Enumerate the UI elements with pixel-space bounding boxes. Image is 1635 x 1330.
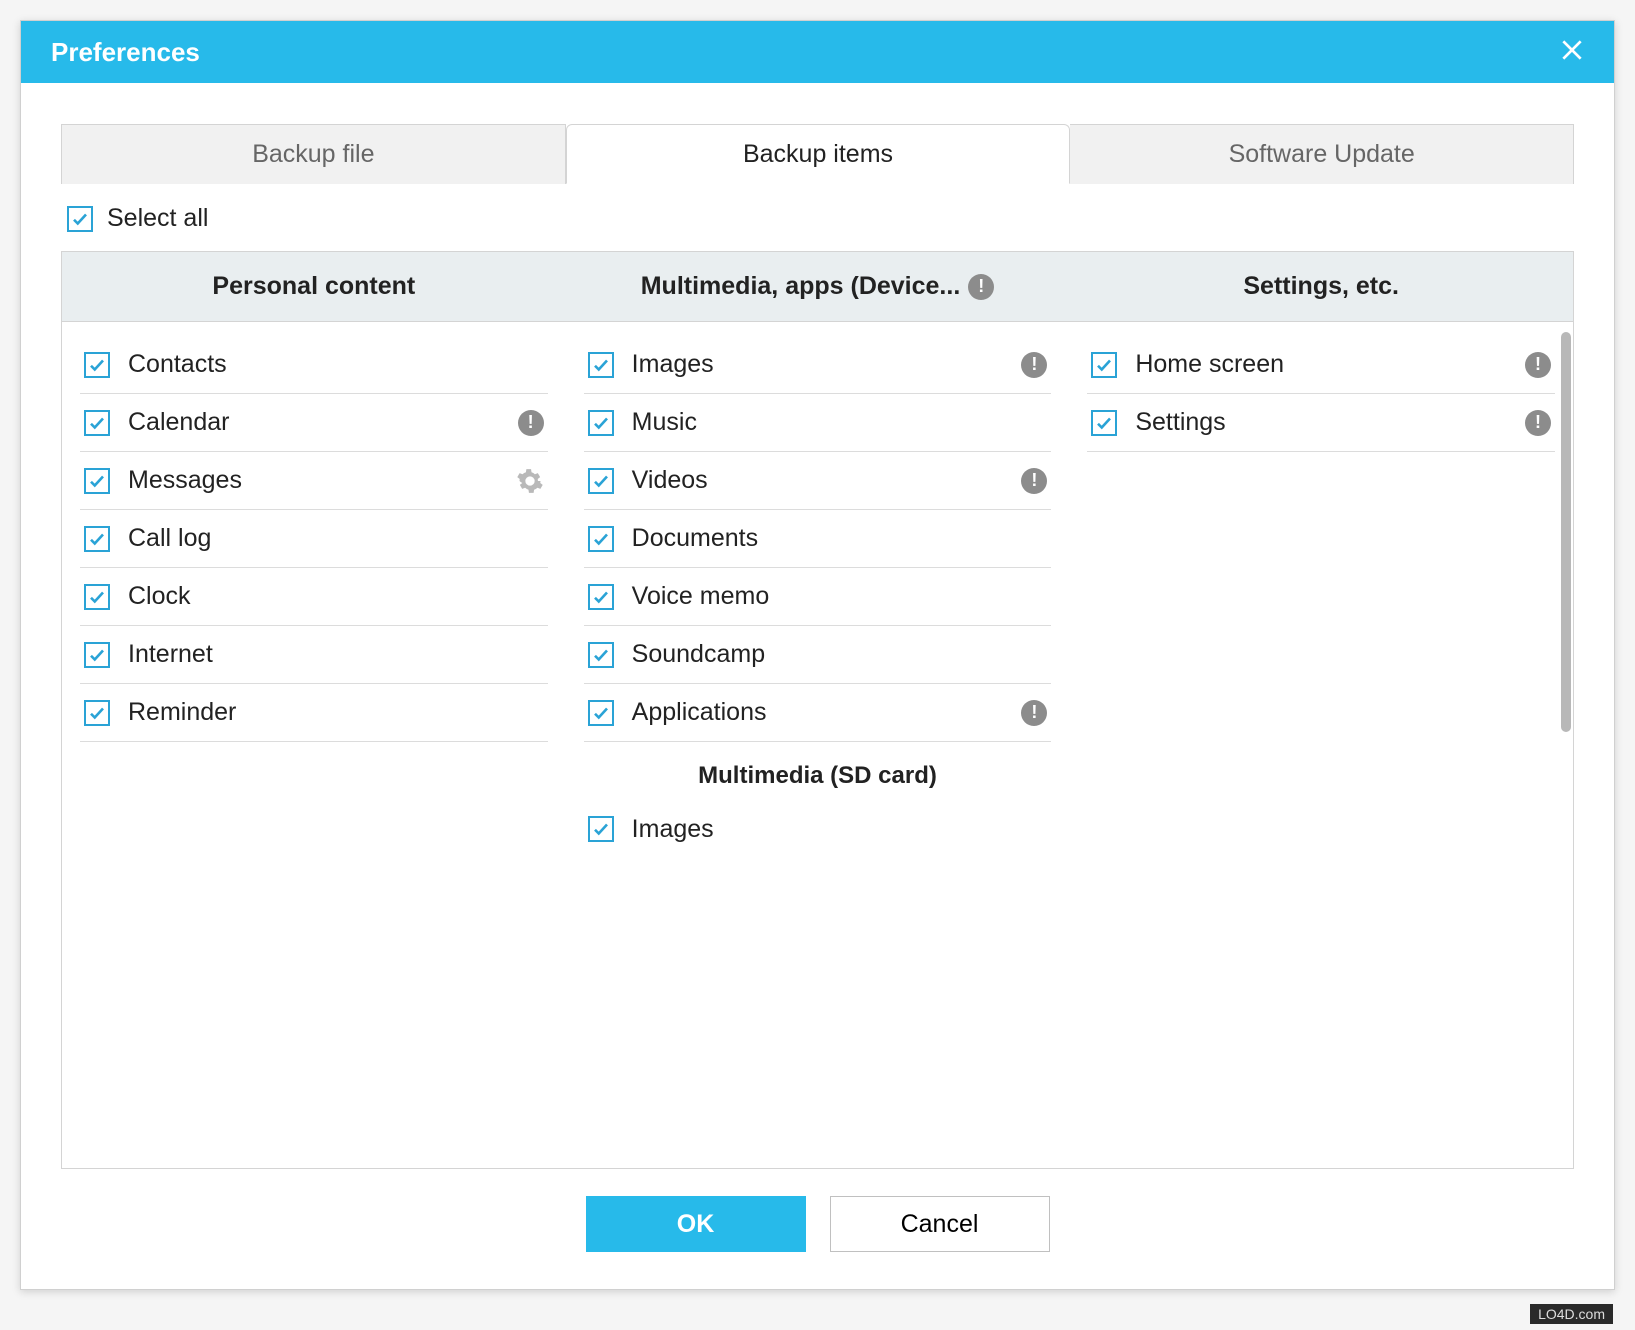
item-checkbox[interactable]	[84, 352, 110, 378]
item-checkbox[interactable]	[588, 526, 614, 552]
info-icon[interactable]: !	[1525, 352, 1551, 378]
item-label: Images	[632, 350, 1004, 379]
list-item: Messages	[80, 452, 548, 510]
item-label: Soundcamp	[632, 640, 1048, 669]
item-label: Voice memo	[632, 582, 1048, 611]
list-item: Images	[584, 800, 1052, 858]
list-item: Voice memo	[584, 568, 1052, 626]
tab-backup-items[interactable]: Backup items	[566, 124, 1071, 184]
item-label: Reminder	[128, 698, 544, 727]
item-label: Messages	[128, 466, 498, 495]
watermark-badge: LO4D.com	[1530, 1304, 1613, 1324]
info-icon[interactable]: !	[1021, 468, 1047, 494]
item-label: Applications	[632, 698, 1004, 727]
gear-icon[interactable]	[516, 467, 544, 495]
list-item: Settings !	[1087, 394, 1555, 452]
item-label: Calendar	[128, 408, 500, 437]
list-item: Documents	[584, 510, 1052, 568]
cancel-button[interactable]: Cancel	[830, 1196, 1050, 1252]
item-checkbox[interactable]	[588, 642, 614, 668]
item-label: Videos	[632, 466, 1004, 495]
item-checkbox[interactable]	[588, 410, 614, 436]
list-item: Images !	[584, 336, 1052, 394]
item-checkbox[interactable]	[84, 410, 110, 436]
scrollbar-thumb[interactable]	[1561, 332, 1571, 732]
column-header-settings: Settings, etc.	[1243, 272, 1399, 301]
window-title: Preferences	[51, 37, 200, 68]
list-item: Videos !	[584, 452, 1052, 510]
item-checkbox[interactable]	[588, 352, 614, 378]
close-icon[interactable]	[1552, 34, 1592, 71]
tab-backup-file[interactable]: Backup file	[61, 124, 566, 184]
column-personal: Contacts Calendar ! Messages	[62, 322, 566, 1168]
ok-button[interactable]: OK	[586, 1196, 806, 1252]
column-settings: Home screen ! Settings !	[1069, 322, 1573, 1168]
info-icon[interactable]: !	[1021, 352, 1047, 378]
item-label: Images	[632, 815, 1048, 844]
list-item: Reminder	[80, 684, 548, 742]
list-item: Contacts	[80, 336, 548, 394]
dialog-footer: OK Cancel	[61, 1169, 1574, 1279]
list-item: Clock	[80, 568, 548, 626]
item-label: Internet	[128, 640, 544, 669]
item-checkbox[interactable]	[1091, 352, 1117, 378]
item-label: Call log	[128, 524, 544, 553]
item-checkbox[interactable]	[84, 700, 110, 726]
select-all-checkbox[interactable]	[67, 206, 93, 232]
select-all-label: Select all	[107, 204, 208, 233]
column-header-personal: Personal content	[212, 272, 415, 301]
item-checkbox[interactable]	[588, 468, 614, 494]
tab-bar: Backup file Backup items Software Update	[61, 123, 1574, 184]
list-item: Calendar !	[80, 394, 548, 452]
title-bar: Preferences	[21, 21, 1614, 83]
item-checkbox[interactable]	[1091, 410, 1117, 436]
tab-software-update[interactable]: Software Update	[1070, 124, 1574, 184]
item-checkbox[interactable]	[588, 700, 614, 726]
list-item: Applications !	[584, 684, 1052, 742]
list-item: Call log	[80, 510, 548, 568]
item-label: Music	[632, 408, 1048, 437]
preferences-dialog: Preferences Backup file Backup items Sof…	[20, 20, 1615, 1290]
item-label: Contacts	[128, 350, 544, 379]
sd-subheader-row: Multimedia (SD card)	[584, 742, 1052, 800]
item-checkbox[interactable]	[84, 526, 110, 552]
item-checkbox[interactable]	[588, 816, 614, 842]
item-label: Clock	[128, 582, 544, 611]
list-item: Internet	[80, 626, 548, 684]
item-checkbox[interactable]	[588, 584, 614, 610]
info-icon[interactable]: !	[1525, 410, 1551, 436]
list-item: Soundcamp	[584, 626, 1052, 684]
list-item: Music	[584, 394, 1052, 452]
item-label: Documents	[632, 524, 1048, 553]
column-header-multimedia: Multimedia, apps (Device...	[641, 272, 961, 301]
info-icon[interactable]: !	[518, 410, 544, 436]
sd-subheader: Multimedia (SD card)	[588, 762, 1048, 790]
items-grid: Personal content Multimedia, apps (Devic…	[61, 251, 1574, 1169]
item-checkbox[interactable]	[84, 584, 110, 610]
info-icon[interactable]: !	[968, 274, 994, 300]
info-icon[interactable]: !	[1021, 700, 1047, 726]
column-multimedia: Images ! Music Videos !	[566, 322, 1070, 1168]
item-label: Settings	[1135, 408, 1507, 437]
list-item: Home screen !	[1087, 336, 1555, 394]
item-checkbox[interactable]	[84, 642, 110, 668]
item-checkbox[interactable]	[84, 468, 110, 494]
item-label: Home screen	[1135, 350, 1507, 379]
